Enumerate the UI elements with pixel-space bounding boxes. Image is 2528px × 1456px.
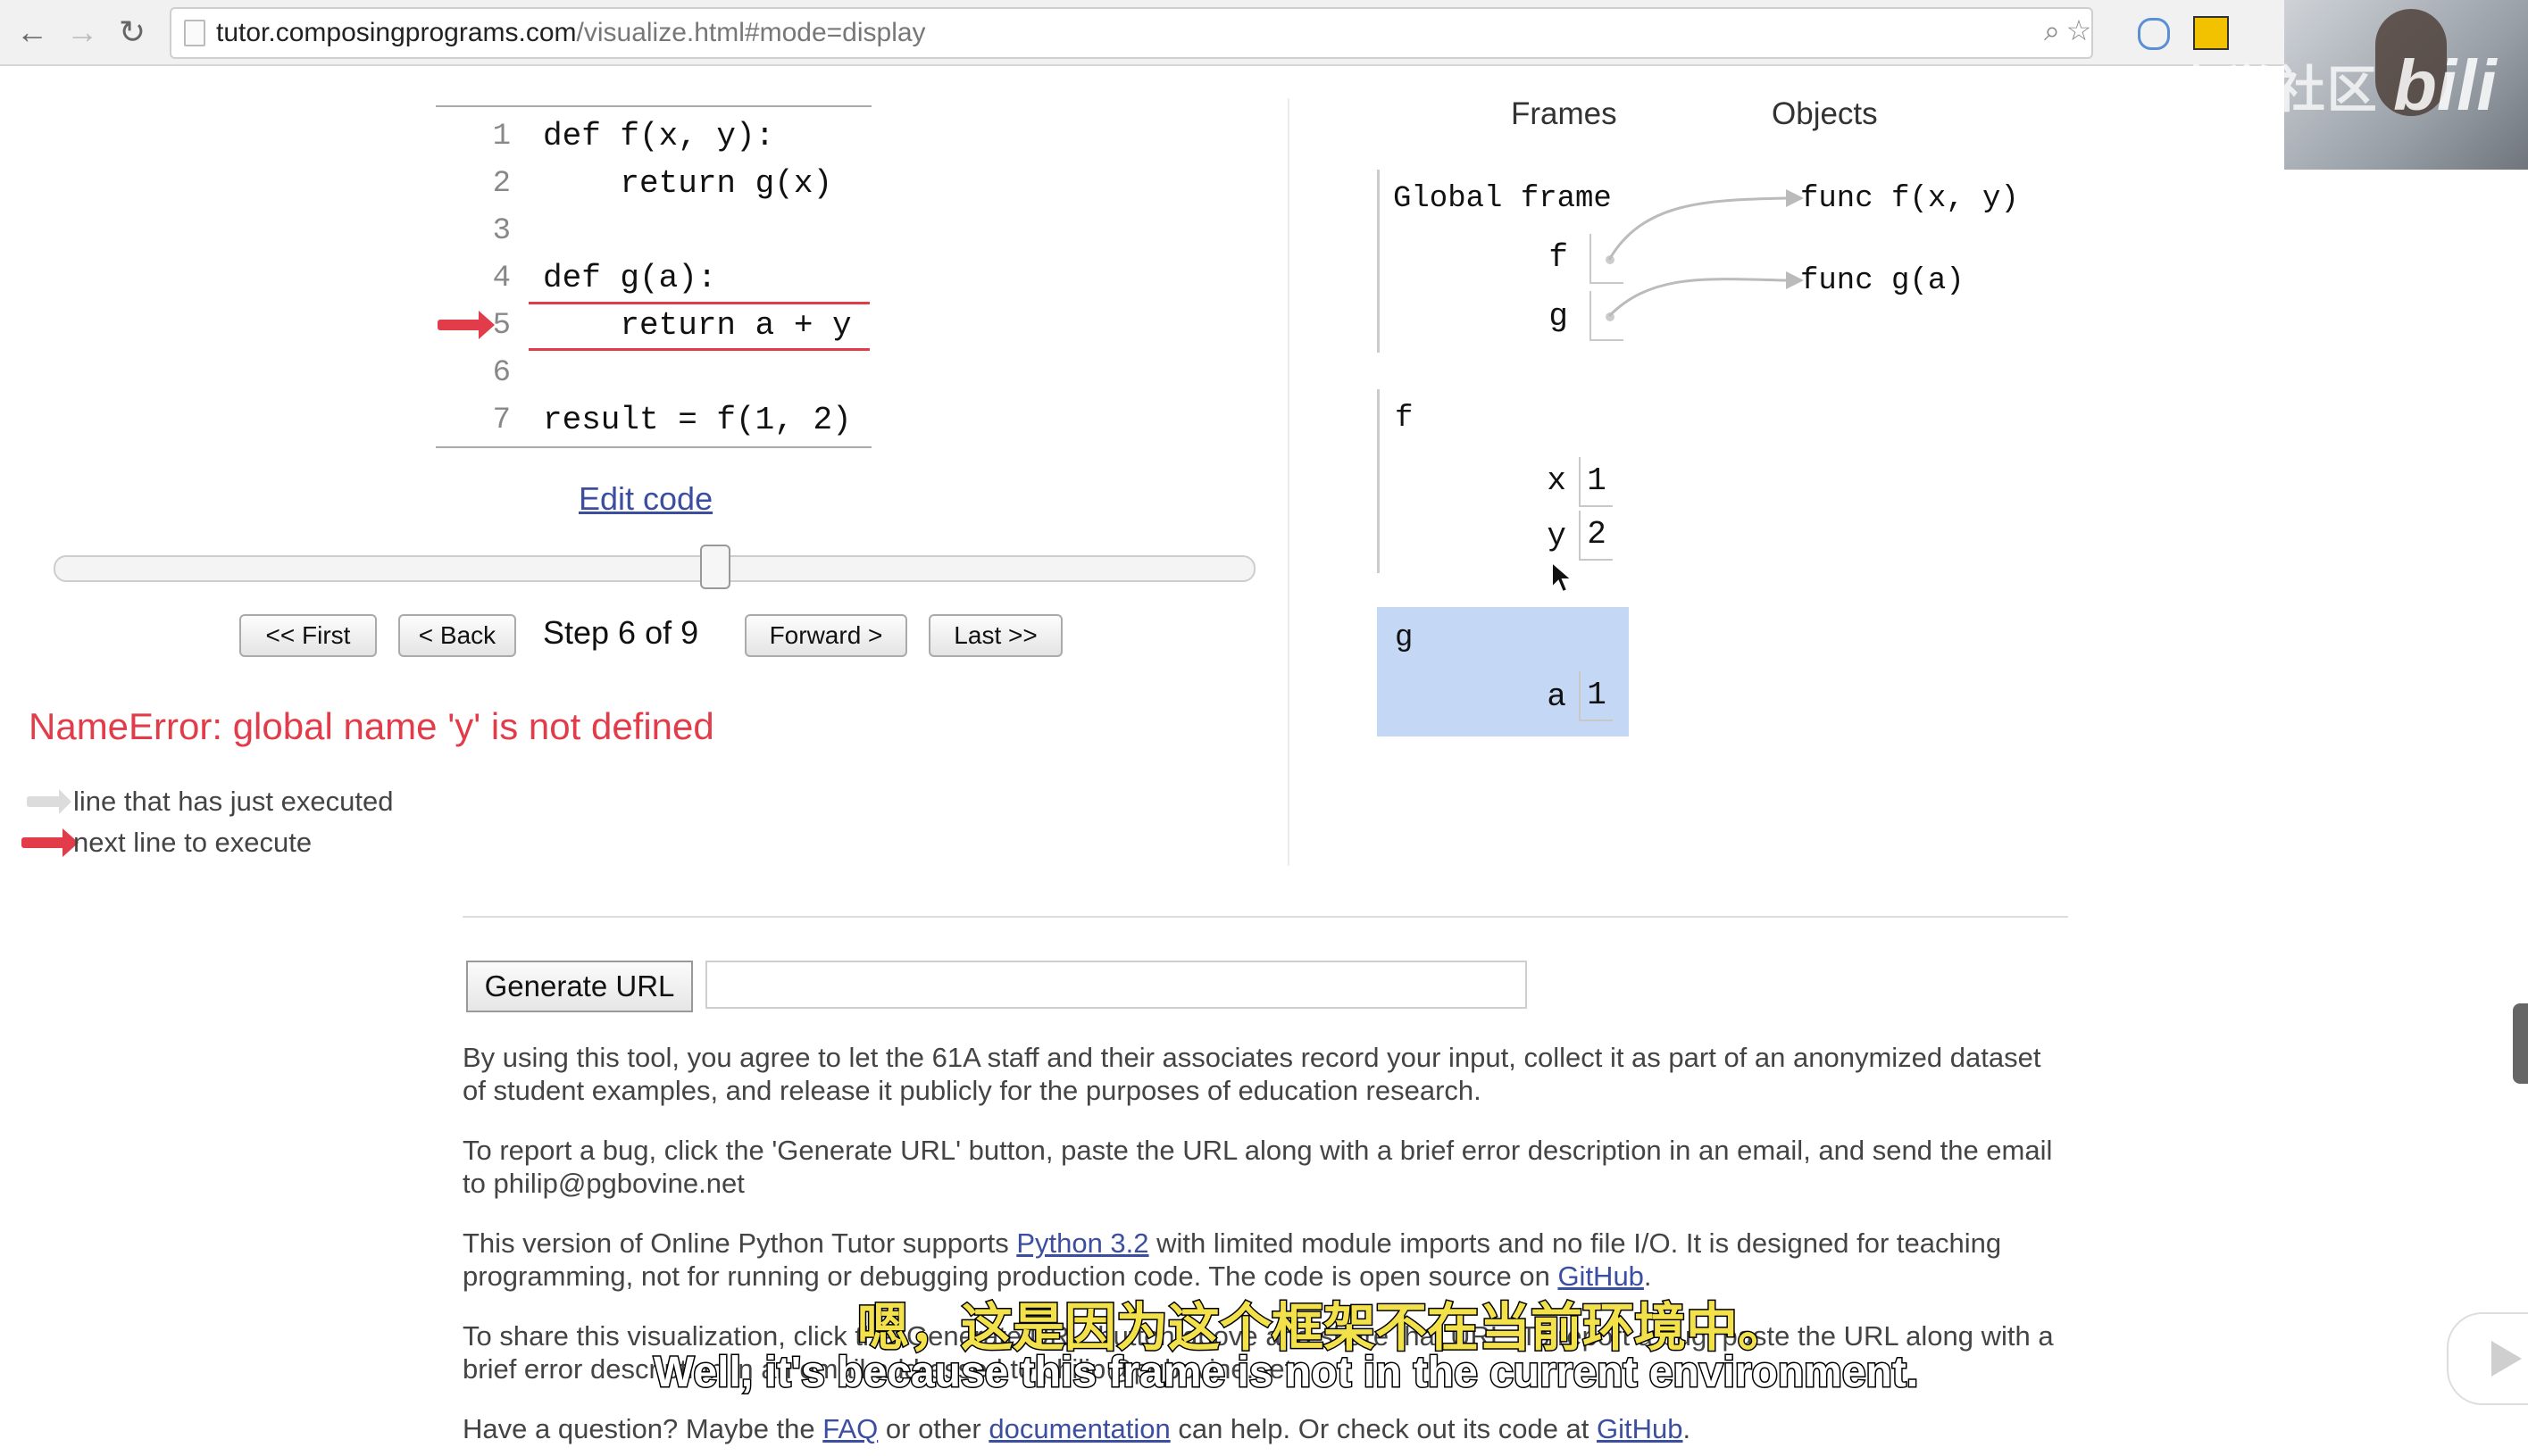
- footer-paragraph-question: Have a question? Maybe the FAQ or other …: [463, 1412, 2070, 1445]
- back-arrow-icon[interactable]: ←: [13, 12, 52, 52]
- question-text-a: Have a question? Maybe the: [463, 1413, 823, 1444]
- url-text: tutor.composingprograms.com/visualize.ht…: [216, 18, 926, 48]
- faq-link[interactable]: FAQ: [822, 1413, 878, 1444]
- url-host: tutor.composingprograms.com: [216, 18, 577, 47]
- address-bar[interactable]: tutor.composingprograms.com/visualize.ht…: [170, 7, 2093, 59]
- code-line: result = f(1, 2): [543, 402, 852, 438]
- var-x-value: 1: [1579, 457, 1613, 507]
- footer-paragraph-bug: To report a bug, click the 'Generate URL…: [463, 1135, 2053, 1199]
- line-number: 5: [492, 309, 511, 343]
- star-icon[interactable]: ☆: [2061, 12, 2097, 48]
- executed-line-arrow-icon: [27, 789, 71, 814]
- global-frame-border: [1377, 170, 1380, 353]
- step-counter: Step 6 of 9: [543, 614, 699, 651]
- code-line: def f(x, y):: [543, 118, 775, 154]
- mouse-cursor-icon: [1551, 561, 1574, 594]
- question-text-b: or other: [878, 1413, 989, 1444]
- url-path: /visualize.html#mode=display: [576, 18, 926, 47]
- func-g-object: func g(a): [1800, 264, 1965, 298]
- forward-button[interactable]: Forward >: [745, 614, 907, 657]
- line-number: 1: [492, 120, 511, 154]
- current-line-highlight-bottom: [529, 348, 870, 351]
- line-number: 3: [492, 214, 511, 248]
- reload-icon[interactable]: ↻: [113, 12, 152, 52]
- f-frame-title: f: [1395, 402, 1414, 436]
- bilibili-logo: bili: [2393, 46, 2497, 125]
- line-number: 7: [492, 404, 511, 437]
- legend-next: next line to execute: [73, 827, 313, 858]
- f-frame-border: [1377, 389, 1380, 573]
- g-frame-title: g: [1395, 621, 1414, 655]
- step-slider-handle[interactable]: [700, 545, 730, 589]
- question-text-c: can help. Or check out its code at: [1170, 1413, 1598, 1444]
- footer-paragraph-version: This version of Online Python Tutor supp…: [463, 1227, 2070, 1293]
- code-bottom-border: [436, 446, 872, 448]
- line-number: 2: [492, 167, 511, 201]
- legend-executed: line that has just executed: [73, 786, 394, 817]
- back-button[interactable]: < Back: [398, 614, 516, 657]
- line-number: 4: [492, 262, 511, 295]
- code-top-border: [436, 105, 872, 107]
- page-icon: [184, 20, 205, 46]
- extension-icon[interactable]: [2138, 18, 2170, 50]
- step-slider[interactable]: [54, 555, 1256, 582]
- first-button[interactable]: << First: [239, 614, 377, 657]
- var-y-name: y: [1547, 518, 1566, 554]
- version-text-a: This version of Online Python Tutor supp…: [463, 1227, 1017, 1259]
- watermark: CS自学社区: [2098, 62, 2379, 118]
- documentation-link[interactable]: documentation: [989, 1413, 1170, 1444]
- side-scroll-tab[interactable]: [2513, 1003, 2528, 1084]
- func-f-object: func f(x, y): [1800, 182, 2019, 216]
- edit-code-link[interactable]: Edit code: [579, 480, 713, 518]
- g-frame-highlighted: g a 1: [1377, 607, 1629, 736]
- subtitle-english: Well, it's because this frame is not in …: [652, 1348, 1919, 1398]
- code-line-current: return a + y: [543, 307, 852, 344]
- forward-arrow-icon[interactable]: →: [63, 12, 102, 52]
- code-line: return g(x): [543, 165, 833, 202]
- play-icon[interactable]: [2447, 1312, 2528, 1405]
- footer-divider: [463, 916, 2068, 918]
- global-frame-title: Global frame: [1393, 182, 1612, 216]
- github-code-link[interactable]: GitHub: [1597, 1413, 1682, 1444]
- frames-header: Frames: [1511, 96, 1617, 131]
- extension-badge-icon[interactable]: [2193, 16, 2229, 50]
- var-f-name: f: [1548, 239, 1568, 276]
- panel-divider: [1288, 98, 1289, 866]
- var-a-value: 1: [1579, 671, 1613, 721]
- var-g-name: g: [1548, 298, 1568, 335]
- generate-url-button[interactable]: Generate URL: [466, 961, 693, 1012]
- current-line-highlight-top: [529, 302, 870, 304]
- last-button[interactable]: Last >>: [929, 614, 1063, 657]
- var-x-name: x: [1547, 462, 1566, 499]
- url-output-field[interactable]: [705, 961, 1527, 1009]
- line-number: 6: [492, 356, 511, 390]
- pointer-arrows: [1607, 189, 1804, 318]
- var-a-name: a: [1547, 678, 1566, 715]
- var-y-value: 2: [1579, 511, 1613, 561]
- footer-paragraph-consent: By using this tool, you agree to let the…: [463, 1042, 2041, 1106]
- objects-header: Objects: [1772, 96, 1878, 131]
- python-link[interactable]: Python 3.2: [1016, 1227, 1148, 1259]
- code-line: def g(a):: [543, 260, 717, 296]
- next-line-legend-arrow-icon: [21, 828, 79, 857]
- question-text-d: .: [1682, 1413, 1691, 1444]
- error-message: NameError: global name 'y' is not define…: [29, 705, 714, 747]
